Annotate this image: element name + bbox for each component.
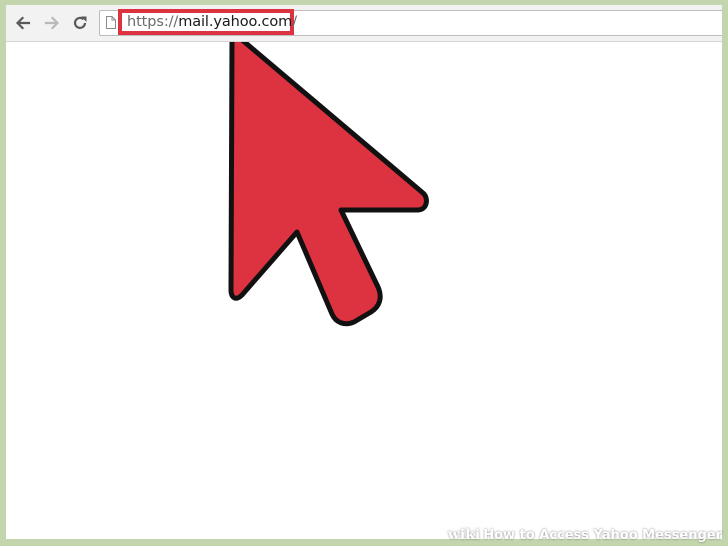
wiki-logo: wiki [447,527,481,543]
back-button[interactable] [12,12,34,34]
url-scheme: https:// [127,14,179,30]
browser-toolbar: https://mail.yahoo.com / [6,5,722,42]
url-highlight-box: https://mail.yahoo.com / [118,9,297,35]
reload-icon [73,16,87,29]
forward-arrow-icon [44,16,60,30]
wikihow-watermark: wiki How to Access Yahoo Messenger [448,526,722,544]
pointer-arrow-icon [228,42,429,327]
back-arrow-icon [15,16,31,30]
address-bar[interactable]: https://mail.yahoo.com / [99,9,722,36]
browser-window: https://mail.yahoo.com / [6,5,722,539]
watermark-title: How to Access Yahoo Messenger [483,527,722,543]
page-content [6,42,722,539]
page-icon [106,16,116,29]
url-host: mail.yahoo.com [178,14,293,30]
url-path: / [292,14,297,30]
forward-button[interactable] [41,12,63,34]
reload-button[interactable] [69,12,91,34]
